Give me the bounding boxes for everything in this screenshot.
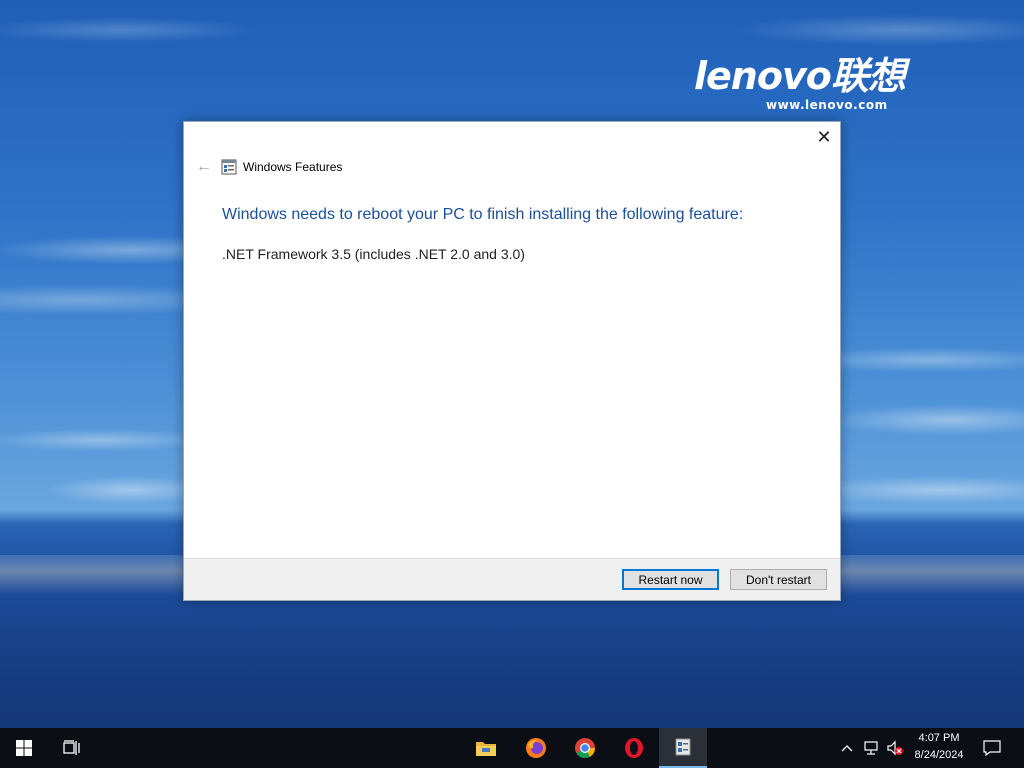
brand-url: www.lenovo.com xyxy=(766,98,888,112)
close-button[interactable]: ✕ xyxy=(808,122,840,152)
taskbar: 4:07 PM 8/24/2024 xyxy=(0,728,1024,768)
back-arrow-icon[interactable]: ← xyxy=(190,158,218,176)
chevron-up-icon xyxy=(841,745,853,752)
lenovo-brand: lenovo联想 www.lenovo.com xyxy=(694,54,984,112)
notification-icon xyxy=(983,740,1001,756)
clock-date: 8/24/2024 xyxy=(914,749,964,761)
firefox-button[interactable] xyxy=(512,728,560,768)
windows-start-icon xyxy=(16,740,32,756)
close-icon: ✕ xyxy=(816,126,832,147)
file-explorer-button[interactable] xyxy=(462,728,510,768)
clock-time: 4:07 PM xyxy=(918,732,960,744)
opera-icon xyxy=(625,738,643,758)
clock[interactable]: 4:07 PM 8/24/2024 xyxy=(906,730,972,766)
chrome-button[interactable] xyxy=(561,728,609,768)
start-button[interactable] xyxy=(0,728,48,768)
task-view-icon xyxy=(63,740,80,755)
network-button[interactable] xyxy=(860,728,882,768)
dialog-title: Windows Features xyxy=(243,160,343,174)
brand-logo: lenovo联想 xyxy=(694,54,906,98)
windows-features-icon xyxy=(675,738,691,756)
dialog-header: ← Windows Features xyxy=(190,156,342,178)
restart-now-button[interactable]: Restart now xyxy=(622,569,719,590)
windows-features-taskbar-button[interactable] xyxy=(659,728,707,768)
action-center-button[interactable] xyxy=(978,728,1006,768)
windows-features-icon xyxy=(221,159,237,175)
file-explorer-icon xyxy=(476,742,496,756)
feature-name: .NET Framework 3.5 (includes .NET 2.0 an… xyxy=(222,246,525,262)
opera-button[interactable] xyxy=(610,728,658,768)
show-hidden-icons-button[interactable] xyxy=(838,728,856,768)
chrome-icon xyxy=(575,738,596,759)
firefox-icon xyxy=(526,738,546,758)
dont-restart-button[interactable]: Don't restart xyxy=(730,569,827,590)
dialog-footer: Restart now Don't restart xyxy=(184,558,840,600)
main-instruction: Windows needs to reboot your PC to finis… xyxy=(222,206,744,223)
windows-features-dialog: ✕ ← Windows Features Windows needs to re… xyxy=(183,121,841,601)
network-icon xyxy=(864,741,878,755)
task-view-button[interactable] xyxy=(48,728,96,768)
volume-button[interactable] xyxy=(884,728,906,768)
volume-muted-icon xyxy=(887,740,903,756)
